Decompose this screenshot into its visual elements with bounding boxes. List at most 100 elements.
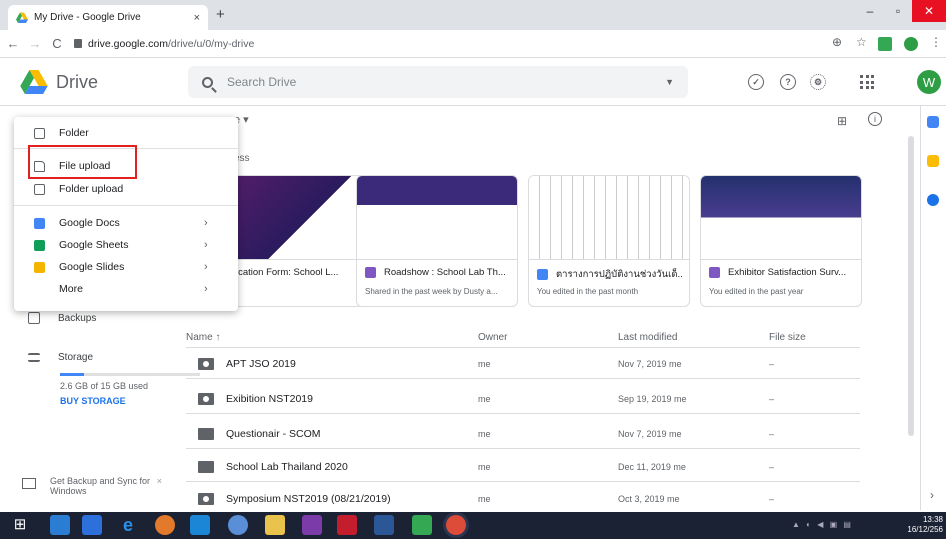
people-icon[interactable] xyxy=(228,515,248,535)
card-title: Roadshow : School Lab Th... xyxy=(384,267,506,278)
reload-icon[interactable]: C xyxy=(48,36,66,51)
minimize-button[interactable]: – xyxy=(856,0,884,22)
url-field[interactable]: drive.google.com/drive/u/0/my-drive xyxy=(74,38,254,50)
table-row[interactable]: Questionair - SCOM me Nov 7, 2019 me – xyxy=(186,419,860,449)
calendar-addon-icon[interactable] xyxy=(927,116,939,128)
offline-check-icon[interactable]: ✓ xyxy=(748,74,764,90)
name-column-header[interactable]: Name ↑ xyxy=(186,332,220,343)
computer-icon xyxy=(22,478,36,489)
quick-access-card[interactable]: Exhibitor Satisfaction Surv... You edite… xyxy=(700,175,862,307)
quick-access-card[interactable]: Roadshow : School Lab Th... Shared in th… xyxy=(356,175,518,307)
internet-explorer-icon[interactable]: e xyxy=(118,515,138,535)
search-options-icon[interactable]: ▼ xyxy=(665,77,674,87)
tasks-addon-icon[interactable] xyxy=(927,194,939,206)
google-slides-icon xyxy=(34,261,45,273)
hangouts-icon[interactable] xyxy=(412,515,432,535)
address-bar: ← → C drive.google.com/drive/u/0/my-driv… xyxy=(0,30,946,58)
file-explorer-icon[interactable] xyxy=(265,515,285,535)
new-tab-button[interactable]: + xyxy=(216,6,225,23)
dismiss-promo-icon[interactable]: × xyxy=(157,476,162,496)
file-size: – xyxy=(769,494,775,504)
shared-folder-icon xyxy=(198,393,214,405)
search-input[interactable]: Search Drive ▼ xyxy=(188,66,688,98)
word-icon[interactable] xyxy=(374,515,394,535)
google-sheets-icon xyxy=(34,239,45,251)
app-name[interactable]: Drive xyxy=(56,72,98,93)
start-windows-icon[interactable]: ⊞ xyxy=(10,515,30,535)
card-thumbnail xyxy=(701,176,861,260)
file-size-column-header: File size xyxy=(769,332,806,343)
browser-tab[interactable]: My Drive - Google Drive × xyxy=(8,5,208,30)
menu-item-label: Google Docs xyxy=(59,217,120,229)
lock-icon xyxy=(74,39,82,48)
zoom-icon[interactable]: ⊕ xyxy=(832,35,842,49)
system-tray[interactable]: ▲ ◐ ◀ ▣ ▤ xyxy=(792,520,853,529)
chrome-icon[interactable] xyxy=(446,515,466,535)
menu-item-google-sheets[interactable]: Google Sheets › xyxy=(14,234,238,256)
file-name: Symposium NST2019 (08/21/2019) xyxy=(226,493,391,505)
file-name: Exibition NST2019 xyxy=(226,393,313,405)
firefox-icon[interactable] xyxy=(155,515,175,535)
storage-icon xyxy=(28,353,40,362)
grid-view-icon[interactable]: ⊞ xyxy=(837,114,847,128)
settings-gear-icon[interactable]: ⚙ xyxy=(810,74,826,90)
menu-item-google-docs[interactable]: Google Docs › xyxy=(14,212,238,234)
card-title: ication Form: School L... xyxy=(236,267,339,278)
taskbar-clock[interactable]: 13:38 16/12/256 xyxy=(905,515,943,535)
scrollbar[interactable] xyxy=(908,136,914,436)
quick-access-card[interactable]: ตารางการปฏิบัติงานช่วงวันเด็... You edit… xyxy=(528,175,690,307)
help-icon[interactable]: ? xyxy=(780,74,796,90)
menu-item-google-slides[interactable]: Google Slides › xyxy=(14,256,238,278)
backup-sync-promo[interactable]: Get Backup and Sync for Windows × xyxy=(22,476,162,496)
file-list-header: Name ↑ Owner Last modified File size xyxy=(186,324,860,348)
window-controls: – ▫ ✕ xyxy=(856,0,946,22)
back-arrow-icon[interactable]: ← xyxy=(4,36,22,51)
shared-folder-icon xyxy=(198,493,214,505)
sidebar-item-backups[interactable]: Backups xyxy=(28,312,96,324)
file-owner: me xyxy=(478,494,491,504)
tab-close-icon[interactable]: × xyxy=(194,12,200,24)
buy-storage-link[interactable]: BUY STORAGE xyxy=(60,396,126,406)
backups-icon xyxy=(28,312,40,324)
menu-item-folder[interactable]: Folder xyxy=(14,122,238,144)
folder-upload-icon xyxy=(34,183,45,195)
onenote-icon[interactable] xyxy=(302,515,322,535)
maximize-button[interactable]: ▫ xyxy=(884,0,912,22)
kaspersky-icon[interactable] xyxy=(337,515,357,535)
close-window-button[interactable]: ✕ xyxy=(912,0,946,22)
info-icon[interactable]: i xyxy=(868,112,882,126)
apps-grid-icon[interactable] xyxy=(860,75,874,89)
forward-arrow-icon[interactable]: → xyxy=(26,36,44,51)
folder-icon xyxy=(198,428,214,440)
doc-file-icon xyxy=(537,269,548,280)
profile-icon[interactable] xyxy=(904,37,918,51)
chrome-menu-icon[interactable]: ⋮ xyxy=(930,35,942,49)
file-modified: Sep 19, 2019 me xyxy=(618,394,687,404)
card-thumbnail xyxy=(357,176,517,260)
file-size: – xyxy=(769,462,775,472)
file-modified: Nov 7, 2019 me xyxy=(618,359,682,369)
table-row[interactable]: School Lab Thailand 2020 me Dec 11, 2019… xyxy=(186,452,860,482)
table-row[interactable]: Exibition NST2019 me Sep 19, 2019 me – xyxy=(186,384,860,414)
search-icon[interactable] xyxy=(202,76,213,88)
extension-icon[interactable] xyxy=(878,37,892,51)
sidebar-item-storage[interactable]: Storage xyxy=(28,352,93,363)
card-title: ตารางการปฏิบัติงานช่วงวันเด็... xyxy=(556,269,683,280)
table-row[interactable]: Symposium NST2019 (08/21/2019) me Oct 3,… xyxy=(186,484,860,514)
menu-item-folder-upload[interactable]: Folder upload xyxy=(14,178,238,200)
bookmark-star-icon[interactable]: ☆ xyxy=(856,35,867,49)
outlook-icon[interactable] xyxy=(190,515,210,535)
keep-addon-icon[interactable] xyxy=(927,155,939,167)
account-avatar[interactable]: W xyxy=(917,70,941,94)
tab-title: My Drive - Google Drive xyxy=(34,12,141,23)
store-icon[interactable] xyxy=(50,515,70,535)
menu-item-more[interactable]: More › xyxy=(14,278,238,300)
new-folder-icon xyxy=(34,127,45,139)
card-title: Exhibitor Satisfaction Surv... xyxy=(728,267,847,278)
dropbox-icon[interactable] xyxy=(82,515,102,535)
table-row[interactable]: APT JSO 2019 me Nov 7, 2019 me – xyxy=(186,349,860,379)
drive-logo-icon[interactable] xyxy=(20,70,48,94)
expand-panel-icon[interactable]: › xyxy=(930,488,934,502)
search-placeholder: Search Drive xyxy=(227,75,297,89)
storage-bar-fill xyxy=(60,373,84,376)
